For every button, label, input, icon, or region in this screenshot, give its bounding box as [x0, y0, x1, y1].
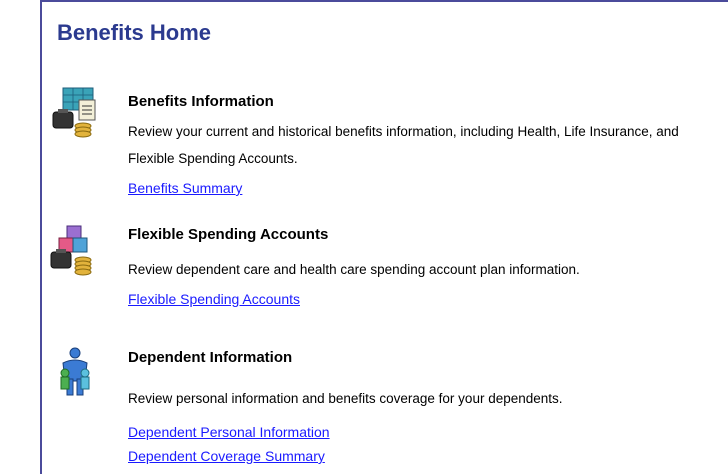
section-heading: Dependent Information: [128, 349, 293, 366]
section-description: Review your current and historical benef…: [128, 124, 679, 166]
page-title: Benefits Home: [57, 20, 212, 45]
flexible-spending-icon: [50, 225, 92, 276]
benefits-summary-link[interactable]: Benefits Summary: [128, 180, 242, 196]
section-description: Review personal information and benefits…: [128, 391, 563, 406]
flexible-spending-accounts-link[interactable]: Flexible Spending Accounts: [128, 291, 300, 307]
benefits-home-panel: Benefits Home Benefits Information Revie…: [40, 0, 728, 474]
benefits-info-icon: [52, 87, 96, 138]
dependent-info-icon: [60, 347, 90, 396]
section-heading: Flexible Spending Accounts: [128, 226, 329, 243]
section-heading: Benefits Information: [128, 93, 274, 110]
dependent-coverage-summary-link[interactable]: Dependent Coverage Summary: [128, 448, 325, 464]
dependent-personal-information-link[interactable]: Dependent Personal Information: [128, 424, 330, 440]
section-description: Review dependent care and health care sp…: [128, 262, 580, 277]
